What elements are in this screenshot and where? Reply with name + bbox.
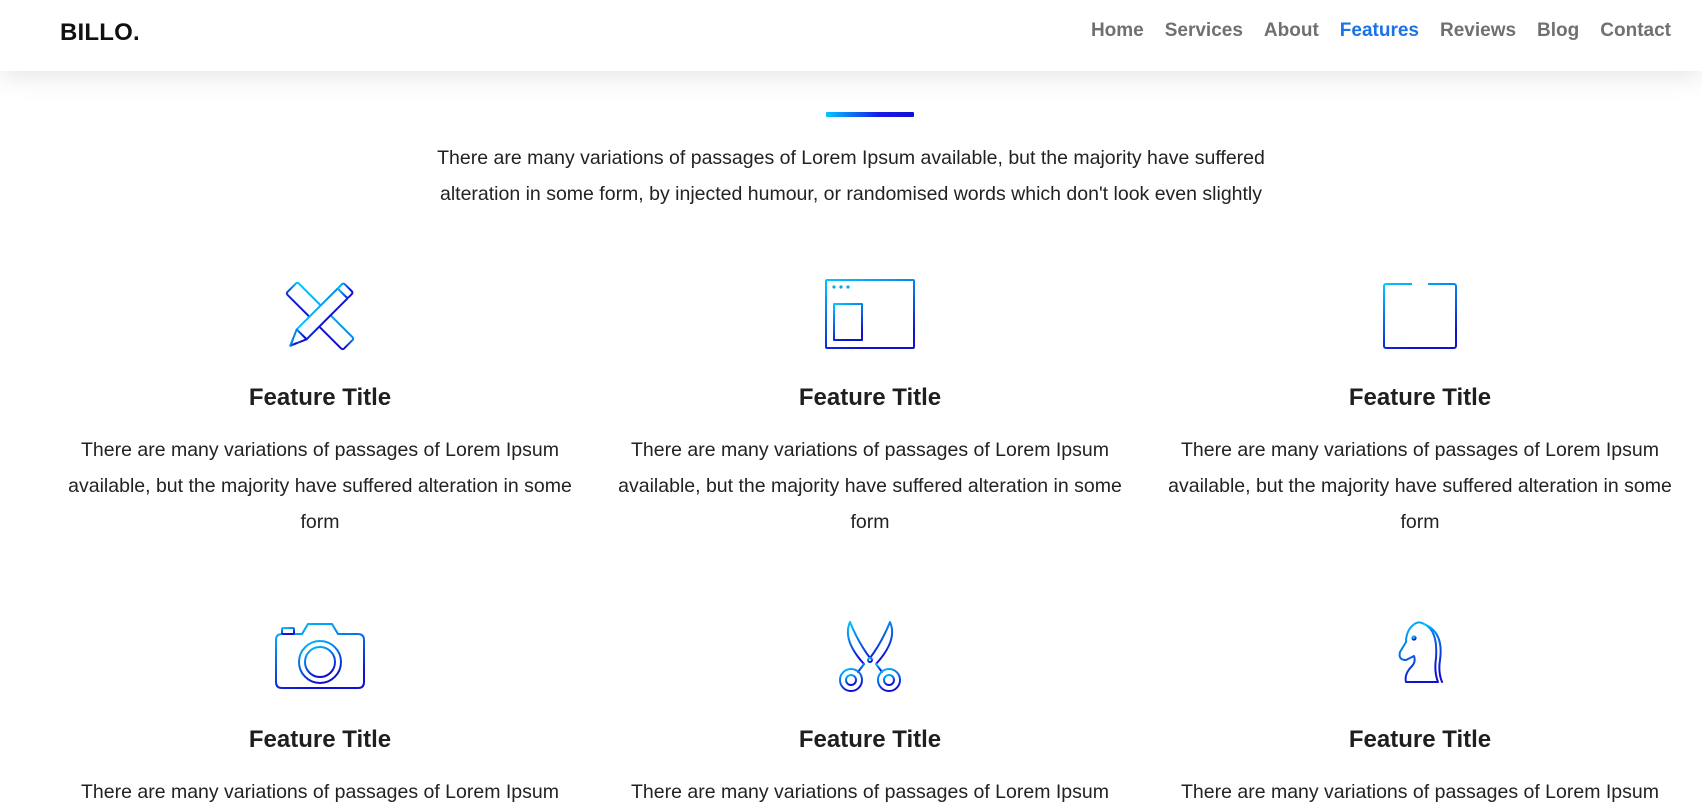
nav-link-contact[interactable]: Contact [1600, 20, 1671, 42]
nav-link-services[interactable]: Services [1165, 20, 1243, 42]
feature-card: Feature Title There are many variations … [1155, 278, 1685, 540]
feature-title: Feature Title [248, 726, 392, 753]
nav-link-blog[interactable]: Blog [1537, 20, 1579, 42]
chess-knight-icon [1398, 621, 1443, 693]
feature-title: Feature Title [798, 726, 942, 753]
calendar-icon [1383, 278, 1457, 349]
feature-description: There are many variations of passages of… [631, 781, 1109, 803]
feature-card: Feature Title There are many variations … [605, 278, 1135, 540]
brand-logo[interactable]: BILLO. [60, 19, 140, 47]
nav-link-reviews[interactable]: Reviews [1440, 20, 1516, 42]
feature-description: There are many variations of passages of… [68, 439, 572, 533]
feature-title: Feature Title [248, 384, 392, 411]
browser-layout-icon [825, 279, 915, 349]
feature-title: Feature Title [1348, 726, 1492, 753]
nav-link-about[interactable]: About [1264, 20, 1319, 42]
scissors-icon [839, 621, 901, 692]
feature-title: Feature Title [798, 384, 942, 411]
feature-card: Feature Title There are many variations … [55, 278, 585, 540]
feature-description: There are many variations of passages of… [1181, 781, 1659, 803]
nav-menu: Home Services About Features Reviews Blo… [1070, 20, 1671, 42]
feature-card: Feature Title There are many variations … [55, 620, 585, 810]
section-intro: There are many variations of passages of… [437, 147, 1265, 205]
camera-icon [275, 623, 365, 689]
feature-description: There are many variations of passages of… [1168, 439, 1672, 533]
feature-card: Feature Title There are many variations … [605, 620, 1135, 810]
nav-link-home[interactable]: Home [1091, 20, 1144, 42]
feature-card: Feature Title There are many variations … [1155, 620, 1685, 810]
feature-title: Feature Title [1348, 384, 1492, 411]
section-divider [826, 112, 914, 117]
pencil-ruler-icon [285, 281, 355, 351]
nav-link-features[interactable]: Features [1340, 20, 1419, 42]
navbar: BILLO. Home Services About Features Revi… [0, 0, 1702, 71]
feature-description: There are many variations of passages of… [618, 439, 1122, 533]
feature-description: There are many variations of passages of… [81, 781, 559, 803]
